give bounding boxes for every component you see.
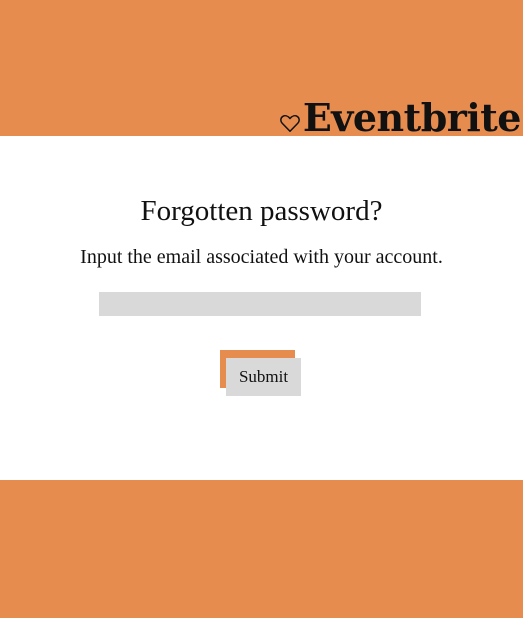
forgot-password-panel: Forgotten password? Input the email asso… xyxy=(0,136,523,480)
submit-button[interactable]: Submit xyxy=(226,358,301,396)
brand-name: Eventbrite xyxy=(302,95,522,140)
instructions-text: Input the email associated with your acc… xyxy=(80,246,443,268)
email-input[interactable] xyxy=(99,292,421,316)
heart-outline-icon xyxy=(279,115,300,132)
brand-logo[interactable]: Eventbrite xyxy=(279,95,522,140)
header-band: Eventbrite xyxy=(0,0,523,140)
submit-button-group: Submit xyxy=(220,350,302,396)
page-title: Forgotten password? xyxy=(140,195,383,227)
footer-band xyxy=(0,480,523,618)
